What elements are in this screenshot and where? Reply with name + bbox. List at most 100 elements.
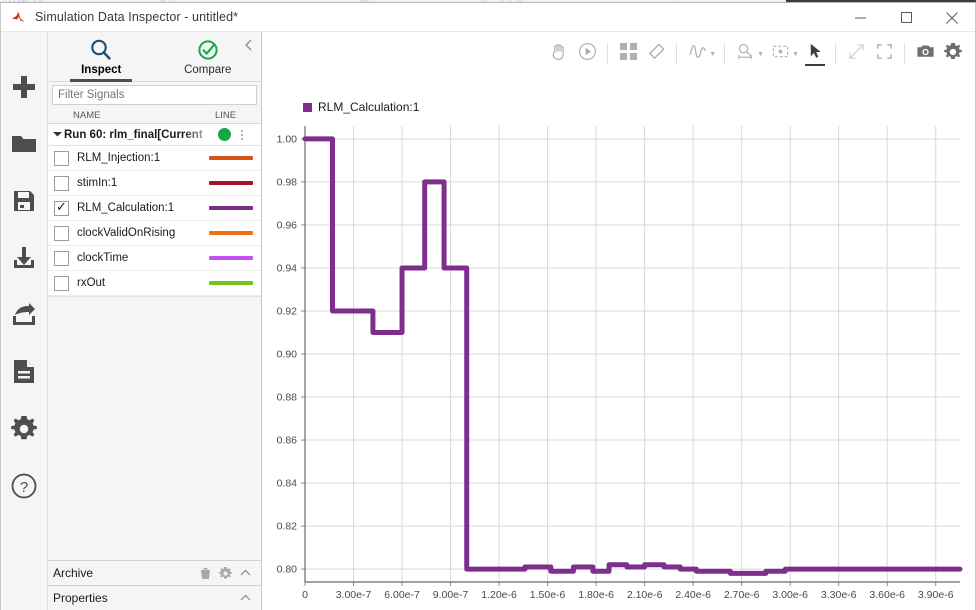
- svg-text:0.86: 0.86: [277, 435, 298, 447]
- signal-name: RLM_Calculation:1: [77, 202, 209, 214]
- signal-name: stimIn:1: [77, 177, 209, 189]
- toolbar-divider: [724, 44, 725, 64]
- signal-name: clockValidOnRising: [77, 227, 209, 239]
- signal-checkbox[interactable]: [54, 201, 69, 216]
- signal-checkbox[interactable]: [54, 151, 69, 166]
- list-item[interactable]: RLM_Calculation:1: [48, 196, 261, 221]
- fullscreen-icon: [875, 42, 894, 66]
- signal-name: clockTime: [77, 252, 209, 264]
- signal-style-button[interactable]: [683, 40, 711, 68]
- tab-inspect[interactable]: Inspect: [48, 32, 155, 81]
- svg-text:3.00e-7: 3.00e-7: [336, 589, 372, 601]
- zoom-region-button[interactable]: [766, 40, 794, 68]
- list-item[interactable]: clockTime: [48, 246, 261, 271]
- save-button[interactable]: [1, 172, 47, 229]
- clear-button[interactable]: [642, 40, 670, 68]
- svg-text:?: ?: [20, 479, 28, 496]
- signal-checkbox[interactable]: [54, 276, 69, 291]
- eraser-icon: [647, 42, 666, 66]
- svg-text:0.90: 0.90: [277, 349, 298, 361]
- chevron-left-icon[interactable]: [240, 36, 258, 54]
- layout-button[interactable]: [614, 40, 642, 68]
- snapshot-button[interactable]: [911, 40, 939, 68]
- signal-line-cell: [209, 181, 261, 185]
- search-input[interactable]: [52, 85, 257, 105]
- svg-text:3.30e-6: 3.30e-6: [821, 589, 857, 601]
- arrow-pointer-icon: [806, 42, 825, 66]
- open-button[interactable]: [1, 115, 47, 172]
- export-button[interactable]: [1, 286, 47, 343]
- gear-icon: [944, 43, 962, 66]
- folder-icon: [11, 132, 37, 156]
- waveform-icon: [688, 42, 707, 66]
- settings-button[interactable]: [939, 40, 967, 68]
- y-axis-ticks: 0.800.820.840.860.880.900.920.940.960.98…: [277, 134, 305, 576]
- add-run-button[interactable]: [1, 58, 47, 115]
- toolbar-divider: [607, 44, 608, 64]
- share-icon: [11, 303, 37, 327]
- list-item[interactable]: clockValidOnRising: [48, 221, 261, 246]
- kebab-menu-icon[interactable]: [235, 130, 249, 140]
- svg-text:3.90e-6: 3.90e-6: [918, 589, 954, 601]
- signal-line-cell: [209, 231, 261, 235]
- gear-icon: [11, 416, 37, 442]
- gear-icon[interactable]: [215, 567, 235, 580]
- cursors-button[interactable]: [731, 40, 759, 68]
- svg-text:9.00e-7: 9.00e-7: [433, 589, 469, 601]
- close-button[interactable]: [929, 3, 975, 32]
- list-item[interactable]: stimIn:1: [48, 171, 261, 196]
- signal-line-cell: [209, 256, 261, 260]
- caret-down-icon[interactable]: [50, 130, 64, 139]
- left-toolbar-rail: ?: [1, 32, 48, 610]
- svg-text:2.40e-6: 2.40e-6: [675, 589, 711, 601]
- run-group-row[interactable]: Run 60: rlm_final[Current: [48, 124, 261, 146]
- svg-text:0.84: 0.84: [277, 478, 298, 490]
- help-button[interactable]: ?: [1, 457, 47, 514]
- import-button[interactable]: [1, 229, 47, 286]
- line-color-swatch: [209, 181, 253, 185]
- document-icon: [13, 359, 35, 384]
- chart-canvas-wrapper[interactable]: 0.800.820.840.860.880.900.920.940.960.98…: [262, 118, 975, 610]
- expand-diagonal-icon: [847, 42, 866, 66]
- archive-section-header[interactable]: Archive: [48, 560, 261, 585]
- signal-checkbox[interactable]: [54, 176, 69, 191]
- trash-icon[interactable]: [195, 567, 215, 580]
- chart-plot[interactable]: 0.800.820.840.860.880.900.920.940.960.98…: [262, 118, 976, 610]
- tab-compare-label: Compare: [184, 64, 231, 76]
- zoom-region-icon: [771, 42, 790, 66]
- line-color-swatch: [209, 231, 253, 235]
- simulate-button[interactable]: [573, 40, 601, 68]
- minimize-button[interactable]: [837, 3, 883, 32]
- list-item[interactable]: RLM_Injection:1: [48, 146, 261, 171]
- maximize-button[interactable]: [883, 3, 929, 32]
- list-item[interactable]: rxOut: [48, 271, 261, 296]
- chevron-up-icon[interactable]: [235, 569, 255, 577]
- run-label: Run 60: rlm_final[Current: [64, 129, 216, 141]
- select-arrow-button[interactable]: [801, 40, 829, 68]
- window-body: ? Inspect: [1, 32, 975, 610]
- signal-table-header: NAME LINE: [48, 107, 261, 124]
- report-button[interactable]: [1, 343, 47, 400]
- line-color-swatch: [209, 156, 253, 160]
- column-header-name: NAME: [48, 110, 215, 121]
- x-axis-ticks: 03.00e-76.00e-79.00e-71.20e-61.50e-61.80…: [302, 582, 954, 601]
- legend-label: RLM_Calculation:1: [318, 100, 419, 114]
- svg-text:0.88: 0.88: [277, 392, 298, 404]
- tab-inspect-label: Inspect: [81, 64, 121, 76]
- svg-text:0.92: 0.92: [277, 306, 298, 318]
- toolbar-divider: [676, 44, 677, 64]
- signal-checkbox[interactable]: [54, 251, 69, 266]
- line-color-swatch: [209, 256, 253, 260]
- svg-text:0.80: 0.80: [277, 564, 298, 576]
- svg-text:2.10e-6: 2.10e-6: [627, 589, 663, 601]
- preferences-button[interactable]: [1, 400, 47, 457]
- properties-section-header[interactable]: Properties: [48, 585, 261, 610]
- grid-4-icon: [620, 43, 637, 65]
- fullscreen-button[interactable]: [870, 40, 898, 68]
- properties-label: Properties: [53, 591, 235, 605]
- fit-to-view-button[interactable]: [842, 40, 870, 68]
- pan-button[interactable]: [545, 40, 573, 68]
- panel-tabs: Inspect Compare: [48, 32, 261, 82]
- chevron-up-icon[interactable]: [235, 594, 255, 602]
- signal-checkbox[interactable]: [54, 226, 69, 241]
